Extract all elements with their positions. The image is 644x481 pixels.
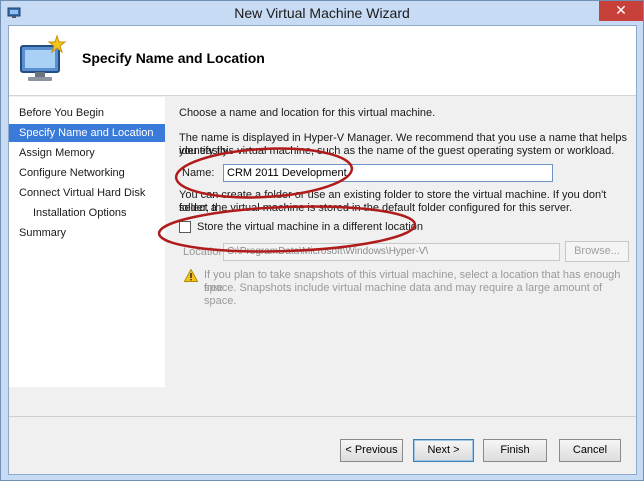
- warning-icon: [184, 269, 198, 282]
- next-button[interactable]: Next >: [413, 439, 474, 462]
- nav-item-installation-options[interactable]: Installation Options: [9, 204, 165, 222]
- wizard-steps-nav: Before You Begin Specify Name and Locati…: [9, 97, 165, 387]
- window-title: New Virtual Machine Wizard: [234, 5, 410, 21]
- close-button[interactable]: ✕: [599, 1, 643, 21]
- intro-text: Choose a name and location for this virt…: [179, 107, 436, 119]
- nav-item-specify-name-location[interactable]: Specify Name and Location: [9, 124, 165, 142]
- warning-line-2: space. Snapshots include virtual machine…: [204, 282, 603, 307]
- nav-item-connect-vhd[interactable]: Connect Virtual Hard Disk: [9, 184, 165, 202]
- nav-item-summary[interactable]: Summary: [9, 224, 165, 242]
- name-input[interactable]: CRM 2011 Development: [223, 164, 553, 182]
- page-title: Specify Name and Location: [82, 50, 265, 66]
- finish-button[interactable]: Finish: [483, 439, 547, 462]
- store-different-location-checkbox[interactable]: [179, 221, 191, 233]
- wizard-client-area: Specify Name and Location Before You Beg…: [8, 25, 637, 475]
- footer-divider: [9, 416, 636, 417]
- name-label: Name:: [182, 167, 215, 179]
- location-label: Location:: [183, 246, 228, 258]
- nav-item-assign-memory[interactable]: Assign Memory: [9, 144, 165, 162]
- nav-item-before-you-begin[interactable]: Before You Begin: [9, 104, 165, 122]
- location-input[interactable]: C:\ProgramData\Microsoft\Windows\Hyper-V…: [223, 243, 560, 261]
- nav-item-configure-networking[interactable]: Configure Networking: [9, 164, 165, 182]
- new-vm-icon: [20, 34, 67, 81]
- wizard-content: Choose a name and location for this virt…: [166, 97, 636, 387]
- title-bar: New Virtual Machine Wizard ✕: [1, 1, 643, 25]
- cancel-button[interactable]: Cancel: [559, 439, 621, 462]
- folder-help-line-2: folder, the virtual machine is stored in…: [179, 202, 573, 214]
- previous-button[interactable]: < Previous: [340, 439, 403, 462]
- name-help-line-2: identify this virtual machine, such as t…: [179, 145, 615, 157]
- store-different-location-label[interactable]: Store the virtual machine in a different…: [197, 221, 423, 234]
- wizard-header: Specify Name and Location: [9, 26, 636, 96]
- browse-button[interactable]: Browse...: [565, 241, 629, 262]
- wizard-window: New Virtual Machine Wizard ✕ Specify Nam…: [0, 0, 644, 481]
